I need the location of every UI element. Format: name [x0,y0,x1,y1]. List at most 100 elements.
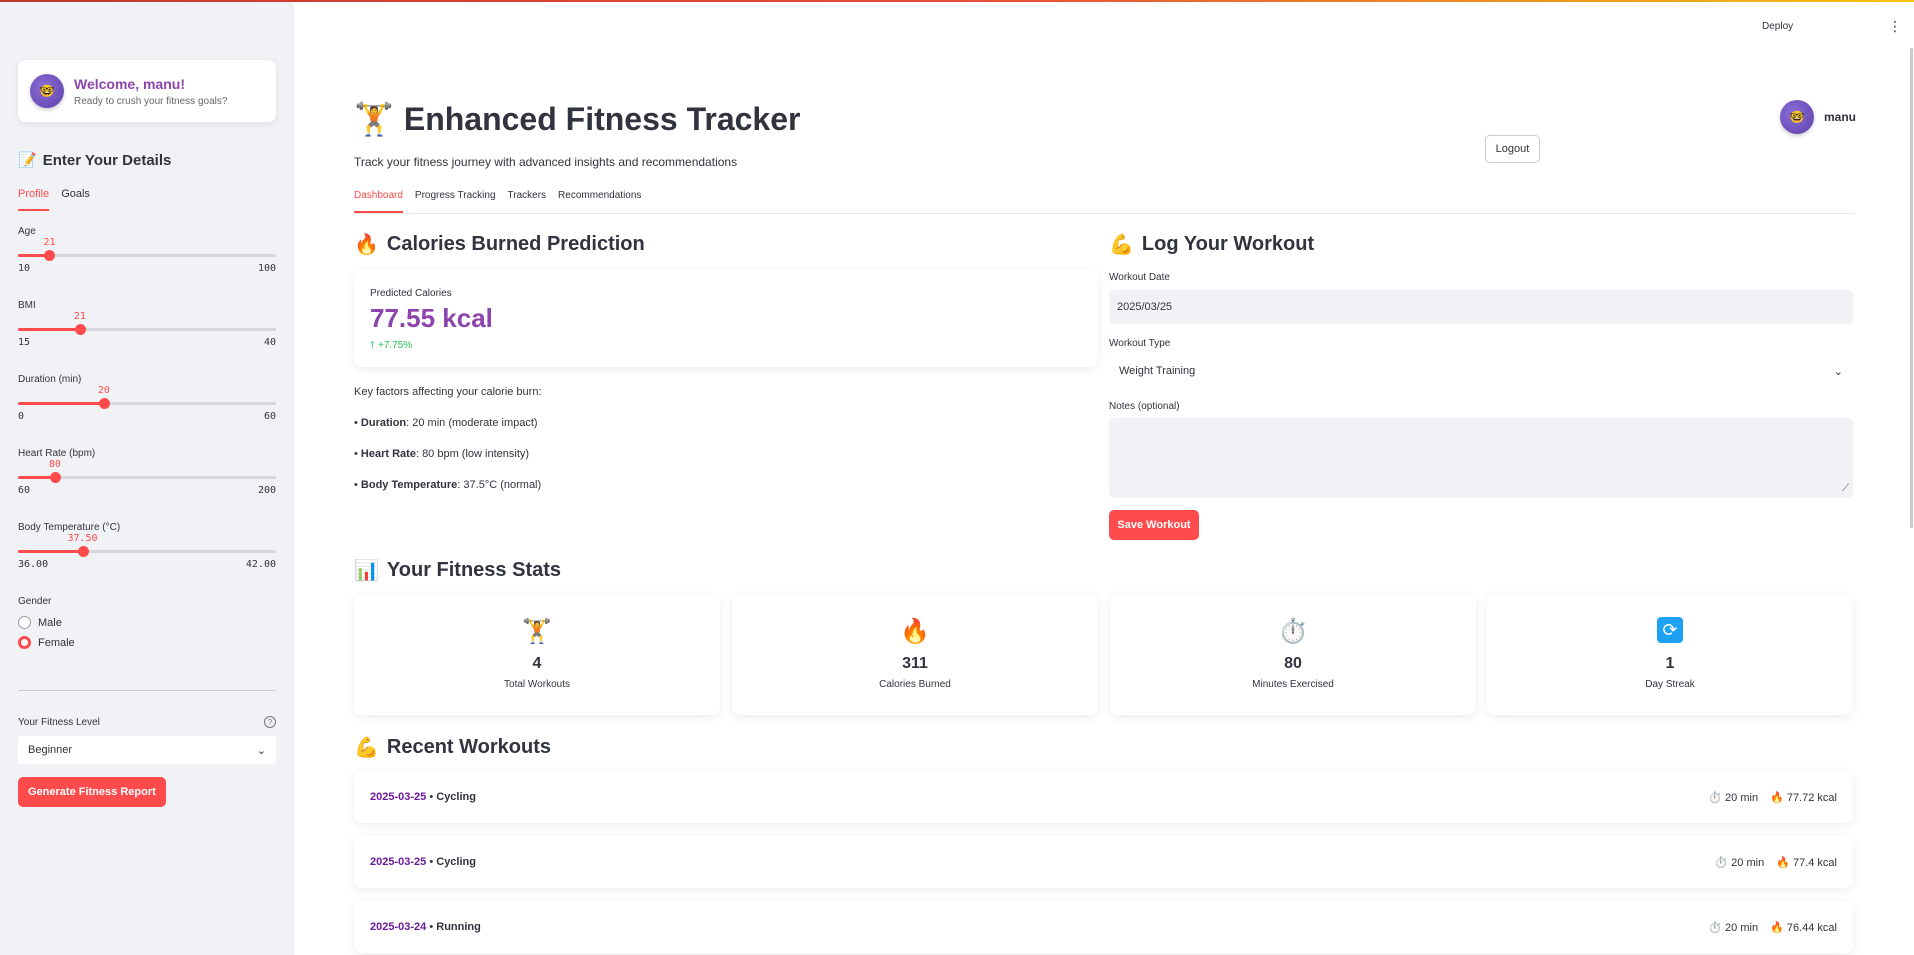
stopwatch-icon: ⏱️ [1714,856,1729,869]
workout-date-input[interactable]: 2025/03/25 [1109,290,1853,324]
fire-icon: 🔥 [900,618,930,645]
user-chip: 🤓 manu [1780,100,1856,134]
slider-track[interactable] [18,324,276,335]
scrollbar[interactable] [1910,48,1913,528]
factor-item: • Body Temperature: 37.5°C (normal) [354,479,542,491]
slider-label: Heart Rate (bpm) [18,448,96,459]
slider-thumb[interactable] [98,398,110,409]
page-title: 🏋️ Enhanced Fitness Tracker [354,100,801,138]
stat-value: 311 [902,655,928,672]
workout-row[interactable]: 2025-03-24 • Running ⏱️ 20 min 🔥 76.44 k… [354,901,1853,953]
slider-track[interactable] [18,472,276,483]
slider-fill [18,402,104,405]
slider-label: Age [18,226,36,237]
welcome-title: Welcome, manu! [74,75,185,92]
slider-thumb[interactable] [44,250,56,261]
avatar: 🤓 [1780,100,1814,134]
sidebar: 🤓 Welcome, manu! Ready to crush your fit… [0,0,294,955]
slider[interactable]: Age 21 10 100 [18,226,276,286]
radio-male[interactable]: Male [18,616,75,629]
stats-heading: 📊 Your Fitness Stats [354,559,562,582]
slider-thumb[interactable] [49,472,61,483]
slider-fill [18,328,80,331]
factor-item: • Duration: 20 min (moderate impact) [354,417,538,429]
weightlifter-icon: 🏋️ [522,618,552,645]
type-label: Workout Type [1109,338,1171,349]
kebab-icon[interactable]: ⋮ [1888,18,1902,35]
slider-min: 36.00 [18,559,49,570]
fire-icon: 🔥 [354,234,379,256]
slider-max: 42.00 [245,559,276,570]
stat-label: Day Streak [1645,679,1695,690]
slider-value: 37.50 [67,533,98,544]
slider-value: 20 [97,385,110,396]
sidebar-divider [18,690,276,691]
flexed-biceps-icon: 💪 [1109,234,1134,256]
workout-row[interactable]: 2025-03-25 • Cycling ⏱️ 20 min 🔥 77.4 kc… [354,836,1853,888]
slider-value: 21 [73,311,86,322]
slider-track[interactable] [18,398,276,409]
tab-dashboard[interactable]: Dashboard [354,190,403,213]
slider-value: 21 [43,237,56,248]
tab-goals[interactable]: Goals [61,188,90,211]
slider-max: 60 [263,411,276,422]
tab-trackers[interactable]: Trackers [508,190,547,213]
stopwatch-icon: ⏱️ [1278,618,1308,645]
slider[interactable]: Duration (min) 20 0 60 [18,374,276,434]
sync-icon: ⟳ [1657,617,1683,643]
slider[interactable]: Body Temperature (°C) 37.50 36.00 42.00 [18,522,276,582]
logout-button[interactable]: Logout [1485,135,1540,163]
notes-textarea[interactable]: ⟋ [1109,418,1853,498]
stat-label: Minutes Exercised [1252,679,1334,690]
workout-type-select[interactable]: Weight Training ⌄ [1109,354,1853,388]
gender-label: Gender [18,596,52,607]
radio-button-female[interactable] [18,636,31,649]
stopwatch-icon: ⏱️ [1708,921,1722,934]
radio-female[interactable]: Female [18,636,75,649]
gender-group: Gender Male Female [18,596,75,649]
factors-intro: Key factors affecting your calorie burn: [354,386,542,398]
workout-row[interactable]: 2025-03-25 • Cycling ⏱️ 20 min 🔥 77.72 k… [354,771,1853,823]
resize-grip-icon[interactable]: ⟋ [1842,483,1849,494]
page-subtitle: Track your fitness journey with advanced… [354,155,738,169]
prediction-delta: 🡑 +7.75% [370,340,413,351]
tab-progress-tracking[interactable]: Progress Tracking [415,190,496,213]
tab-profile[interactable]: Profile [18,188,50,211]
slider-thumb[interactable] [77,546,89,557]
top-accent-bar [0,0,1914,2]
factor-item: • Heart Rate: 80 bpm (low intensity) [354,448,530,460]
fitness-level-select[interactable]: Beginner ⌄ [18,736,276,764]
fire-icon: 🔥 [1770,791,1784,804]
tab-recommendations[interactable]: Recommendations [558,190,641,213]
radio-button-male[interactable] [18,616,31,629]
slider-track[interactable] [18,250,276,261]
slider-min: 10 [18,263,31,274]
chevron-down-icon: ⌄ [1833,365,1843,378]
user-name: manu [1824,110,1857,124]
avatar: 🤓 [30,74,64,108]
deploy-button[interactable]: Deploy [1762,21,1793,32]
slider[interactable]: BMI 21 15 40 [18,300,276,360]
save-workout-button[interactable]: Save Workout [1109,510,1199,540]
date-label: Workout Date [1109,272,1170,283]
welcome-card: 🤓 Welcome, manu! Ready to crush your fit… [18,60,276,122]
help-icon[interactable]: ? [264,716,276,728]
main-tabs: Dashboard Progress Tracking Trackers Rec… [354,190,1854,214]
slider-max: 100 [257,263,276,274]
slider-value: 80 [48,459,61,470]
welcome-subtitle: Ready to crush your fitness goals? [74,95,228,107]
slider-track[interactable] [18,546,276,557]
stat-card-calories: 🔥 311 Calories Burned [732,595,1098,715]
stat-label: Total Workouts [504,679,570,690]
generate-report-button[interactable]: Generate Fitness Report [18,777,166,807]
slider[interactable]: Heart Rate (bpm) 80 60 200 [18,448,276,508]
slider-min: 15 [18,337,31,348]
factors-list: Key factors affecting your calorie burn:… [354,386,542,510]
details-heading: 📝 Enter Your Details [18,151,172,170]
bar-chart-icon: 📊 [354,560,379,582]
slider-min: 60 [18,485,31,496]
slider-thumb[interactable] [74,324,86,335]
prediction-card: Predicted Calories 77.55 kcal 🡑 +7.75% [354,270,1098,367]
stat-card-minutes: ⏱️ 80 Minutes Exercised [1110,595,1476,715]
stopwatch-icon: ⏱️ [1708,791,1722,804]
